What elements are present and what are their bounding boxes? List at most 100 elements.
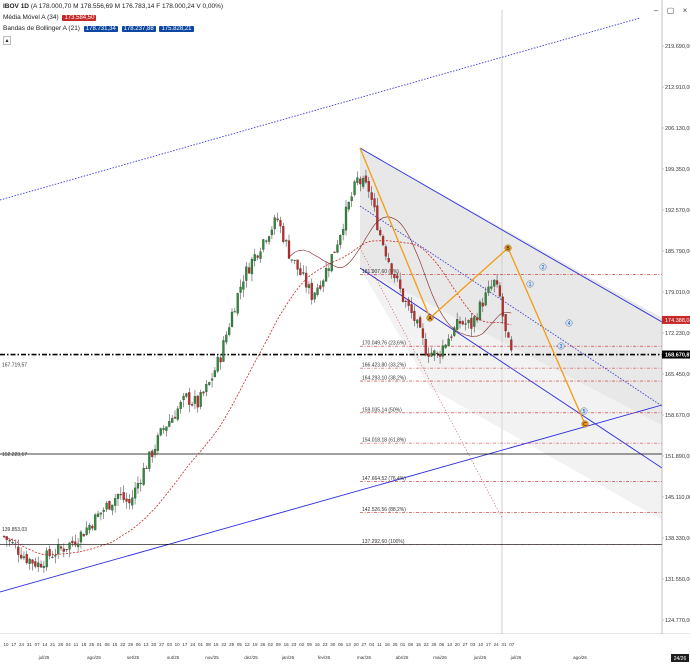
date-tick-label: 13: [447, 642, 453, 647]
date-tick-label: 31: [27, 642, 33, 647]
candle-body: [390, 263, 393, 275]
candle-body: [239, 286, 242, 293]
date-tick-label: 18: [385, 642, 391, 647]
close-icon[interactable]: ×: [680, 6, 690, 16]
collapse-legend-icon[interactable]: ▴: [3, 36, 11, 45]
candle-body: [54, 555, 57, 557]
candle-body: [139, 482, 142, 485]
candle-body: [136, 483, 140, 489]
month-label: mai/26: [433, 655, 447, 660]
candle-body: [22, 556, 26, 559]
candle-body: [282, 226, 285, 242]
date-tick-label: 29: [229, 642, 235, 647]
candle-body: [233, 311, 236, 313]
bb-legend[interactable]: Bandas de Bollinger A (21) 178.731,34 17…: [3, 25, 194, 32]
date-tick-label: 13: [346, 642, 352, 647]
candle-body: [96, 513, 100, 517]
candle-body: [208, 382, 211, 385]
price-tick-label: 199.350,00: [665, 167, 690, 173]
date-tick-label: 28: [58, 642, 64, 647]
candle-body: [145, 467, 148, 469]
date-tick-label: 03: [470, 642, 476, 647]
wave-label-5: 5: [583, 409, 586, 415]
price-axis: 219.690,00 212.910,00 206.130,00 199.350,00…: [661, 0, 690, 664]
date-tick-label: 11: [377, 642, 382, 647]
date-tick-label: 26: [260, 642, 266, 647]
candle-body: [287, 240, 291, 259]
date-tick-label: 16: [284, 642, 290, 647]
date-tick-label: 08: [206, 642, 212, 647]
candle-body: [59, 546, 63, 549]
candle-body: [94, 514, 97, 531]
window-controls: – ▢ ×: [651, 0, 690, 18]
candle-body: [156, 435, 160, 451]
candle-body: [213, 370, 217, 378]
candle-body: [461, 321, 464, 325]
candle-body: [179, 401, 182, 409]
candle-body: [484, 292, 487, 306]
candle-body: [370, 192, 373, 200]
restore-icon[interactable]: ▢: [666, 6, 676, 16]
candle-body: [188, 392, 191, 405]
left-level-label-0: 167.719,57: [2, 362, 27, 368]
candle-body: [230, 311, 234, 327]
month-label: jul/25: [38, 655, 50, 660]
price-tick-label: 185.790,00: [665, 249, 690, 255]
candle-body: [162, 428, 165, 430]
month-label: ago/25: [87, 655, 101, 660]
date-tick-label: 13: [144, 642, 150, 647]
candle-body: [74, 541, 77, 546]
candle-body: [384, 246, 388, 257]
candle-body: [114, 498, 117, 506]
date-tick-label: 22: [424, 642, 430, 647]
month-label: jan/26: [281, 655, 295, 660]
candle-body: [108, 501, 111, 510]
candle-body: [330, 254, 333, 272]
candle-body: [205, 384, 208, 393]
date-tick-label: 07: [509, 642, 515, 647]
date-tick-label: 20: [151, 642, 157, 647]
candle-body: [356, 177, 359, 183]
candle-body: [444, 344, 447, 348]
candle-body: [250, 259, 254, 275]
candle-body: [279, 220, 282, 227]
month-label: out/25: [167, 655, 180, 660]
candle-body: [436, 352, 439, 354]
ma-legend[interactable]: Média Móvel A (34) 173.584,50: [3, 14, 97, 21]
candle-body: [478, 301, 482, 320]
candle-body: [65, 549, 68, 551]
candle-body: [490, 286, 493, 289]
candle-body: [17, 546, 20, 555]
date-tick-label: 23: [322, 642, 328, 647]
date-tick-label: 06: [439, 642, 445, 647]
candle-body: [37, 562, 40, 568]
ohlc-readout: (A 178.000,70 M 178.556,69 M 176.783,14 …: [30, 3, 224, 10]
candle-body: [228, 327, 231, 335]
price-tick-label: 138.330,00: [665, 536, 690, 542]
minimize-icon[interactable]: –: [651, 6, 661, 16]
date-tick-label: 08: [408, 642, 414, 647]
candle-body: [45, 550, 48, 568]
candle-body: [379, 230, 382, 236]
candle-body: [421, 328, 425, 338]
candle-body: [153, 448, 157, 456]
candle-body: [361, 178, 365, 187]
date-tick-label: 15: [112, 642, 118, 647]
ma-price-tag: 174.388,04: [665, 318, 690, 324]
candle-body: [151, 450, 154, 458]
month-label: fev/26: [318, 655, 331, 660]
fib-label-1: 170.049,76 (23,6%): [362, 341, 406, 347]
month-label: set/25: [127, 655, 140, 660]
symbol-label[interactable]: IBOV 1D: [3, 3, 29, 10]
wave-label-C: C: [583, 422, 587, 428]
fib-label-5: 154.018,18 (61,8%): [362, 438, 406, 444]
chart-canvas[interactable]: 181.907,60 (0%)170.049,76 (23,6%)166.423…: [0, 0, 690, 664]
candle-body: [464, 323, 467, 325]
month-label: dez/25: [244, 655, 258, 660]
month-label: jun/26: [473, 655, 487, 660]
date-tick-label: 17: [182, 642, 188, 647]
candle-body: [19, 554, 23, 559]
candle-body: [42, 566, 46, 568]
candle-body: [88, 525, 91, 531]
candle-body: [413, 310, 416, 321]
